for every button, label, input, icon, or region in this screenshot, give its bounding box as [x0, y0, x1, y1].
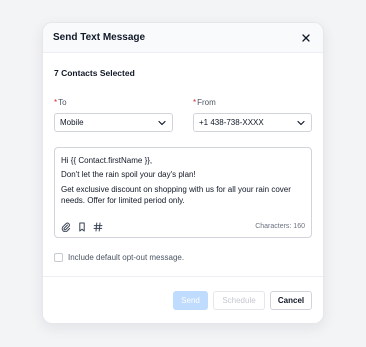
attachment-icon[interactable]: [61, 222, 71, 232]
message-line: Get exclusive discount on shopping with …: [61, 185, 291, 205]
optout-label: Include default opt-out message.: [68, 253, 185, 262]
required-mark: *: [193, 98, 197, 107]
from-label-text: From: [197, 98, 216, 107]
dialog-title: Send Text Message: [53, 32, 146, 43]
to-select-value: Mobile: [60, 118, 84, 127]
to-select[interactable]: Mobile: [54, 113, 173, 132]
chevron-down-icon: [297, 119, 305, 127]
dialog-body: 7 Contacts Selected *To Mobile *From +1 …: [43, 68, 323, 262]
send-text-message-dialog: Send Text Message 7 Contacts Selected *T…: [42, 22, 324, 324]
dialog-footer: Send Schedule Cancel: [173, 291, 312, 310]
to-label-text: To: [58, 98, 67, 107]
from-field: *From +1 438-738-XXXX: [193, 98, 312, 132]
hashtag-icon[interactable]: [93, 222, 103, 232]
to-field: *To Mobile: [54, 98, 173, 132]
bookmark-icon[interactable]: [77, 222, 87, 232]
to-label: *To: [54, 98, 173, 107]
contacts-selected-label: 7 Contacts Selected: [54, 68, 135, 78]
send-button[interactable]: Send: [173, 291, 208, 310]
close-icon[interactable]: [299, 31, 313, 45]
from-select[interactable]: +1 438-738-XXXX: [193, 113, 312, 132]
optout-option[interactable]: Include default opt-out message.: [54, 253, 312, 262]
from-label: *From: [193, 98, 312, 107]
footer-divider: [43, 276, 323, 277]
chevron-down-icon: [158, 119, 166, 127]
message-line: Hi {{ Contact.firstName }},: [61, 156, 153, 165]
cancel-button[interactable]: Cancel: [270, 291, 312, 310]
optout-checkbox[interactable]: [54, 253, 63, 262]
character-count: Characters: 160: [255, 223, 305, 230]
schedule-button[interactable]: Schedule: [213, 291, 265, 310]
message-toolbar: Characters: 160: [61, 221, 305, 232]
message-textarea[interactable]: Hi {{ Contact.firstName }}, Don't let th…: [54, 147, 312, 238]
recipient-fields: *To Mobile *From +1 438-738-XXXX: [54, 98, 312, 132]
message-tools: [61, 222, 103, 232]
from-select-value: +1 438-738-XXXX: [199, 118, 264, 127]
dialog-header: Send Text Message: [43, 23, 323, 53]
message-line: Don't let the rain spoil your day's plan…: [61, 170, 196, 179]
required-mark: *: [54, 98, 58, 107]
